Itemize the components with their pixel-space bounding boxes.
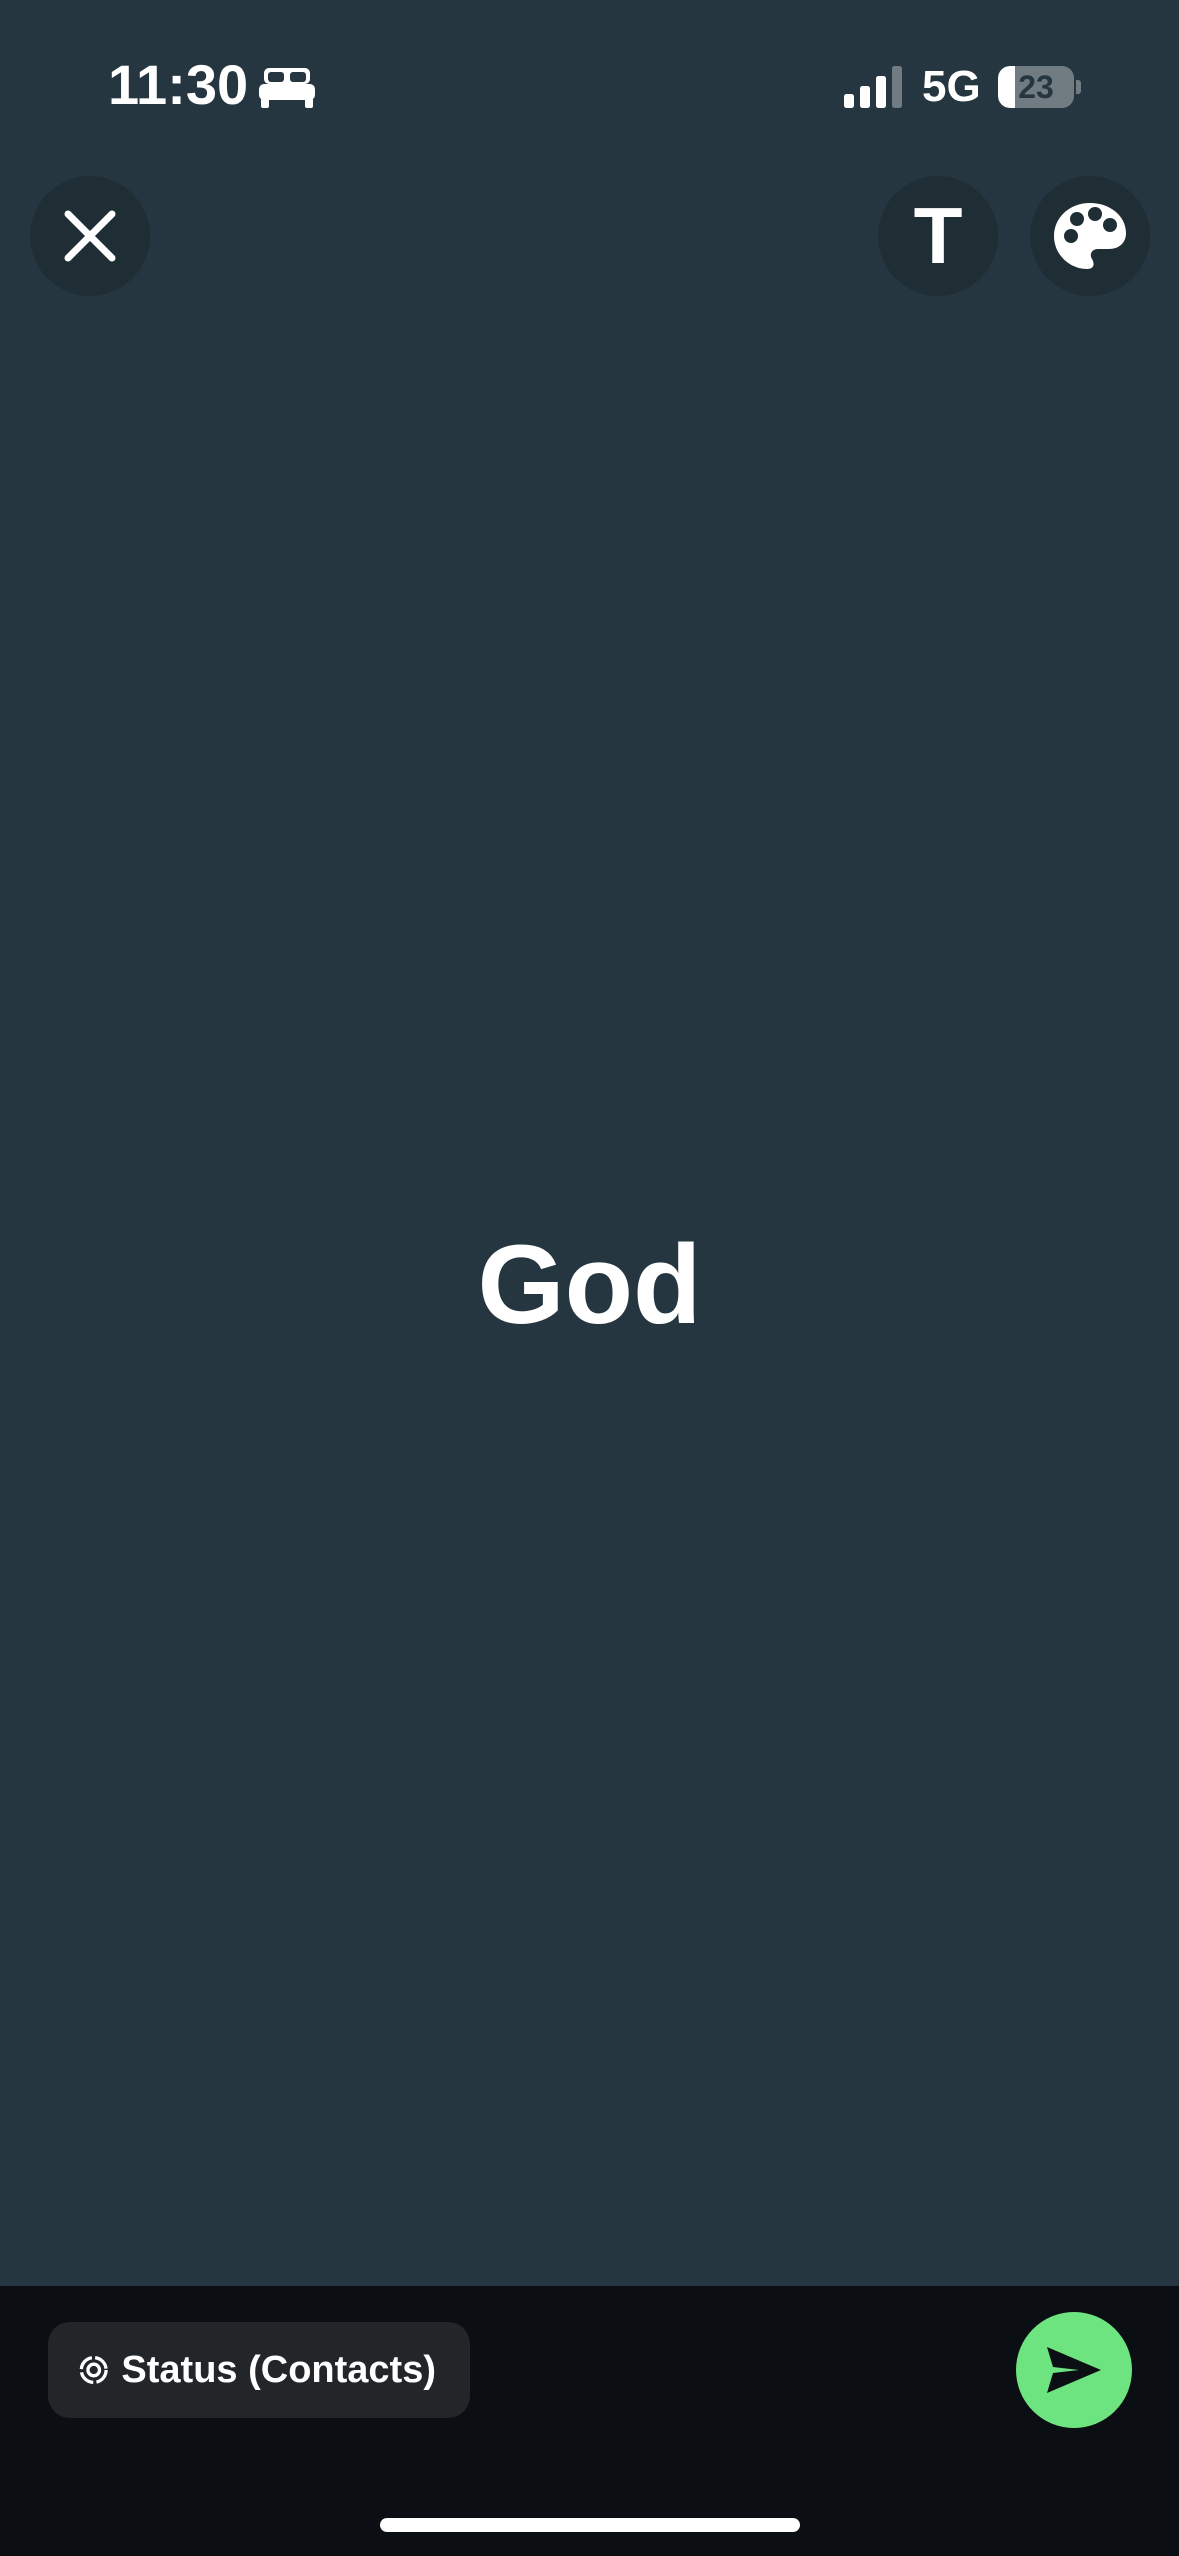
bottom-bar: Status (Contacts) [0,2286,1179,2556]
cellular-signal-icon [844,66,902,108]
status-ring-icon [79,2355,108,2385]
status-audience-label: Status (Contacts) [121,2348,436,2391]
status-bar: 11:30 5G 23 [0,0,1179,170]
background-color-button[interactable] [1030,176,1150,296]
battery-body: 23 [998,66,1074,108]
battery-level: 23 [1018,69,1054,105]
bed-icon [259,68,315,108]
text-style-button[interactable]: T [878,176,998,296]
send-icon [1047,2347,1101,2393]
palette-icon [1054,203,1126,269]
network-type: 5G [922,62,981,111]
battery-cap [1076,80,1081,94]
close-button[interactable] [30,176,150,296]
send-button[interactable] [1016,2312,1132,2428]
status-audience-button[interactable]: Status (Contacts) [48,2322,470,2418]
text-status-composer: 11:30 5G 23 T God Status (Contacts) [0,0,1179,2556]
close-icon [64,210,116,262]
battery-indicator: 23 [998,66,1081,108]
home-indicator[interactable] [380,2518,800,2532]
clock-time: 11:30 [108,53,249,116]
status-text[interactable]: God [0,1220,1179,1349]
text-style-icon: T [913,191,963,280]
